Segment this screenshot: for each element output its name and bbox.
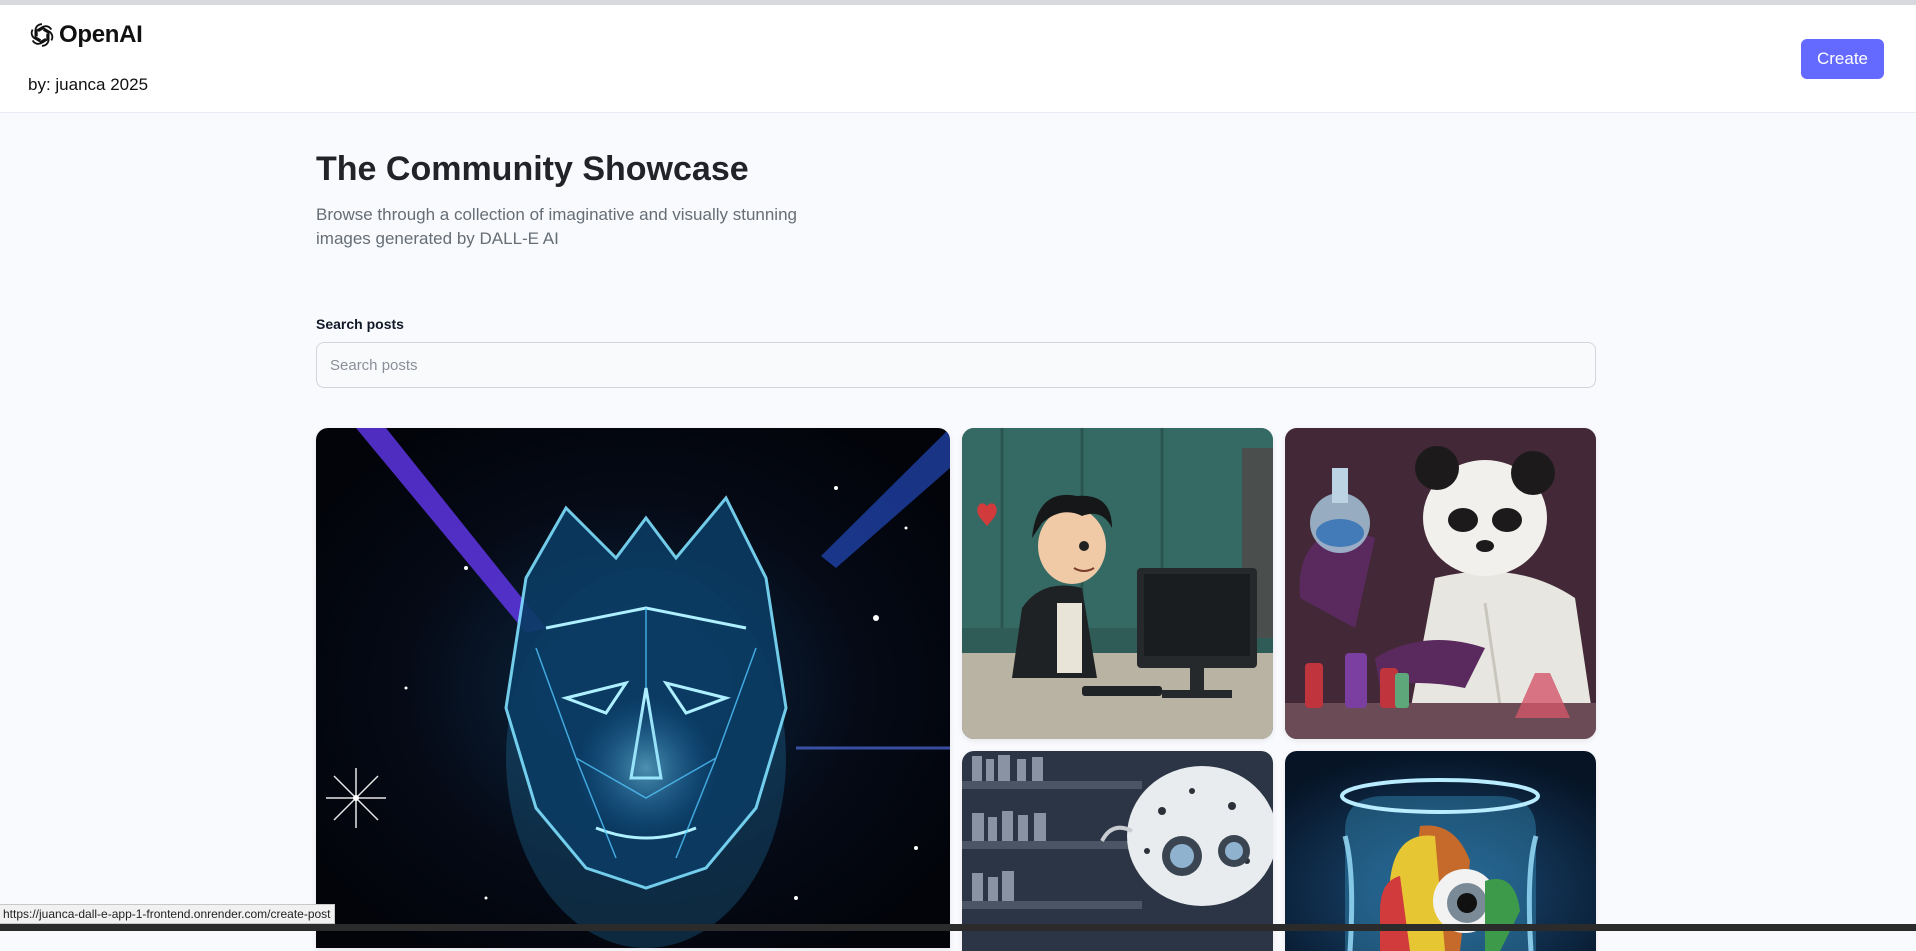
- fish-jar-image: [1285, 751, 1596, 951]
- robot-library-image: [962, 751, 1273, 951]
- wireframe-head-image: [316, 428, 950, 948]
- page-subtitle: Browse through a collection of imaginati…: [316, 205, 797, 248]
- search-label: Search posts: [316, 316, 404, 332]
- author-byline: by: juanca 2025: [28, 75, 149, 94]
- status-bar-url: https://juanca-dall-e-app-1-frontend.onr…: [0, 904, 335, 924]
- gallery-card-panda-scientist[interactable]: [1285, 428, 1596, 739]
- search-input[interactable]: [316, 342, 1596, 388]
- openai-logo-icon: [30, 23, 54, 47]
- create-button[interactable]: Create: [1801, 39, 1884, 79]
- gallery-card-boy-computer[interactable]: [962, 428, 1273, 739]
- site-header: OpenAI by: juanca 2025 Create: [0, 5, 1916, 113]
- gallery-card-robot-library[interactable]: [962, 751, 1273, 951]
- gallery-card-fish-jar[interactable]: [1285, 751, 1596, 951]
- page-title: The Community Showcase: [316, 150, 749, 188]
- os-taskbar-edge: [0, 924, 1916, 931]
- panda-scientist-image: [1285, 428, 1596, 739]
- gallery-card-wireframe-head[interactable]: [316, 428, 950, 948]
- logo-text: OpenAI: [59, 21, 143, 48]
- boy-computer-image: [962, 428, 1273, 739]
- site-logo[interactable]: OpenAI: [28, 21, 143, 49]
